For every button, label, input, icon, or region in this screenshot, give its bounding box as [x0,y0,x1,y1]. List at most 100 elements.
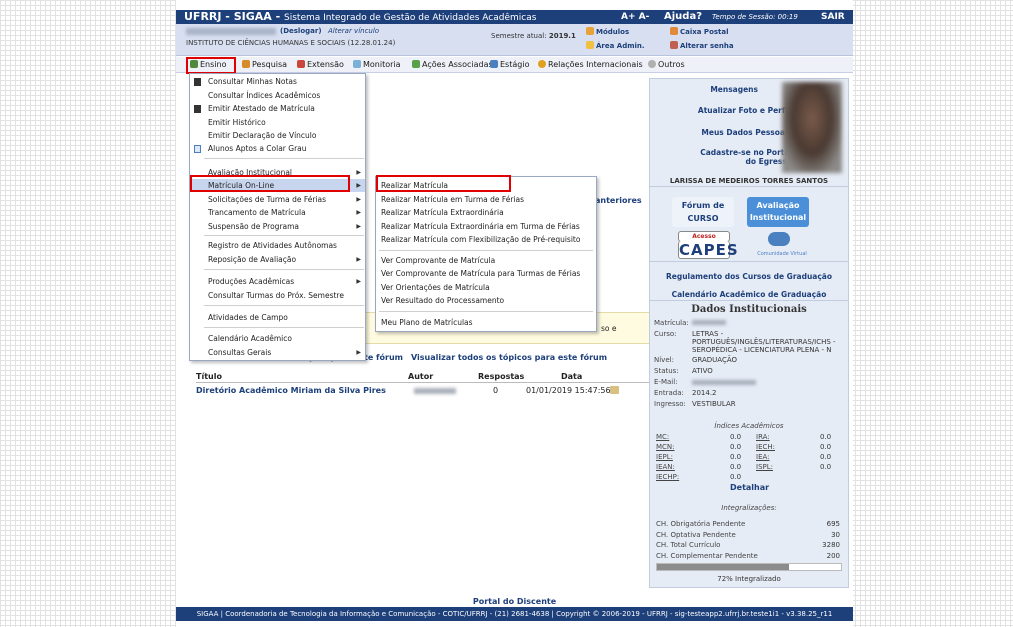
menu-item-suspensao[interactable]: Suspensão de Programa [208,222,299,231]
submenu-arrow-icon: ▶ [356,209,361,216]
update-photo-link[interactable]: Atualizar Foto e Perfil [698,106,790,115]
student-panel: Mensagens Atualizar Foto e Perfil Meus D… [649,78,849,588]
index-label: IEAN: [656,463,675,471]
menu-item-atividades-campo[interactable]: Atividades de Campo [208,313,288,322]
menu-acoes-associadas[interactable]: Ações Associadas [412,57,493,73]
menu-item-atestado[interactable]: Emitir Atestado de Matrícula [208,104,315,113]
mailbox-link[interactable]: Caixa Postal [670,27,729,36]
submenu-flexibilizacao[interactable]: Realizar Matrícula com Flexibilização de… [381,235,580,244]
dados-institucionais-title: Dados Institucionais [691,304,807,315]
highlight-realizar-matricula [376,175,511,192]
comunidade-virtual-link[interactable]: Comunidade Virtual [752,251,812,257]
menu-item-consultas-gerais[interactable]: Consultas Gerais [208,348,271,357]
notice-text: so e [601,324,617,333]
submenu-arrow-icon: ▶ [356,196,361,203]
table-row: Diretório Acadêmico Miriam da Silva Pire… [196,386,651,397]
reply-icon[interactable] [610,386,619,394]
label-status: Status: [654,367,679,375]
topic-link[interactable]: Diretório Acadêmico Miriam da Silva Pire… [196,386,386,395]
regulamento-link[interactable]: Regulamento dos Cursos de Graduação [650,272,848,281]
integ-label: CH. Optativa Pendente [656,531,736,539]
main-menu: Ensino Pesquisa Extensão Monitoria Ações… [176,57,853,73]
submenu-plano-matriculas[interactable]: Meu Plano de Matrículas [381,318,473,327]
menu-estagio[interactable]: Estágio [490,57,529,73]
index-value: 0.0 [730,453,742,461]
personal-data-link[interactable]: Meus Dados Pessoais [701,128,792,137]
highlight-ensino [186,57,236,74]
help-link[interactable]: Ajuda? [664,10,702,24]
progress-fill [657,564,790,570]
forum-all-topics-link[interactable]: Visualizar todos os tópicos para este fó… [411,353,607,362]
menu-item-turmas-proximo[interactable]: Consultar Turmas do Próx. Semestre [208,291,344,300]
menu-extensao[interactable]: Extensão [297,57,344,73]
index-value: 0.0 [730,473,742,481]
anteriores-link[interactable]: anteriores [595,196,642,205]
semester-label: Semestre atual: 2019.1 [491,32,576,40]
student-name: LARISSA DE MEDEIROS TORRES SANTOS [669,177,829,185]
submenu-turma-ferias[interactable]: Realizar Matrícula em Turma de Férias [381,195,524,204]
globe-icon [538,60,546,68]
integ-label: CH. Complementar Pendente [656,552,758,560]
index-label: IEA: [756,453,770,461]
integ-value: 200 [826,552,840,560]
menu-item-declaracao[interactable]: Emitir Declaração de Vínculo [208,131,316,140]
submenu-arrow-icon: ▶ [356,223,361,230]
menu-monitoria[interactable]: Monitoria [353,57,401,73]
submenu-extraordinaria-ferias[interactable]: Realizar Matrícula Extraordinária em Tur… [381,222,580,231]
change-link[interactable]: Alterar vínculo [328,27,379,35]
font-size-controls[interactable]: A+ A- [621,10,649,24]
index-value: 0.0 [820,453,832,461]
separator [379,311,593,312]
logout-link[interactable]: (Deslogar) [280,27,322,35]
label-matricula: Matrícula: [654,319,689,327]
divider [650,300,848,301]
institute-label: INSTITUTO DE CIÊNCIAS HUMANAS E SOCIAIS … [186,39,396,47]
integ-value: 695 [826,520,840,528]
forum-curso-logo[interactable]: Fórum de CURSO [672,197,734,227]
menu-item-consultar-notas[interactable]: Consultar Minhas Notas [208,77,297,86]
index-label: IRA: [756,433,770,441]
logout-button[interactable]: SAIR [821,10,845,24]
portal-discente-link[interactable]: Portal do Discente [176,597,853,606]
submenu-arrow-icon: ▶ [356,256,361,263]
email-blurred [692,380,756,385]
calendario-graduacao-link[interactable]: Calendário Acadêmico de Graduação [650,290,848,299]
menu-item-atividades-autonomas[interactable]: Registro de Atividades Autônomas [208,241,337,250]
detalhar-link[interactable]: Detalhar [730,483,769,492]
admin-area-link[interactable]: Área Admin. [586,41,645,50]
egresso-link[interactable]: Cadastre-se no Portal do Egresso [692,148,792,166]
col-respostas: Respostas [478,372,525,381]
change-password-link[interactable]: Alterar senha [670,41,734,50]
entrada-value: 2014.2 [692,389,717,397]
messages-link[interactable]: Mensagens [710,85,758,94]
menu-item-reposicao[interactable]: Reposição de Avaliação [208,255,296,264]
menu-item-producoes[interactable]: Produções Acadêmicas [208,277,294,286]
ensino-dropdown: Consultar Minhas Notas Consultar Índices… [189,73,366,361]
menu-item-historico[interactable]: Emitir Histórico [208,118,266,127]
author-blurred [414,388,456,394]
integralizacoes-title: Integralizações: [721,504,777,512]
submenu-comprovante-ferias[interactable]: Ver Comprovante de Matrícula para Turmas… [381,269,580,278]
menu-pesquisa[interactable]: Pesquisa [242,57,287,73]
submenu-comprovante[interactable]: Ver Comprovante de Matrícula [381,256,495,265]
menu-outros[interactable]: Outros [648,57,685,73]
menu-item-turma-ferias[interactable]: Solicitações de Turma de Férias [208,195,326,204]
notes-icon [194,78,201,86]
separator [204,158,364,159]
avatar [782,82,842,173]
avaliacao-institucional-logo[interactable]: Avaliação Institucional [747,197,809,227]
menu-item-colar-grau[interactable]: Alunos Aptos a Colar Grau [208,144,307,153]
menu-item-indices[interactable]: Consultar Índices Acadêmicos [208,91,320,100]
submenu-resultado[interactable]: Ver Resultado do Processamento [381,296,504,305]
menu-relacoes-internacionais[interactable]: Relações Internacionais [538,57,643,73]
user-name-blurred [186,28,276,35]
submenu-orientacoes[interactable]: Ver Orientações de Matrícula [381,283,490,292]
submenu-extraordinaria[interactable]: Realizar Matrícula Extraordinária [381,208,504,217]
top-bar: UFRRJ - SIGAA - Sistema Integrado de Ges… [176,10,853,24]
menu-item-trancamento[interactable]: Trancamento de Matrícula [208,208,306,217]
modules-link[interactable]: Módulos [586,27,629,36]
ingresso-value: VESTIBULAR [692,400,736,408]
index-value: 0.0 [820,443,832,451]
capes-logo[interactable]: CAPES [678,241,738,259]
menu-item-calendario[interactable]: Calendário Acadêmico [208,334,292,343]
